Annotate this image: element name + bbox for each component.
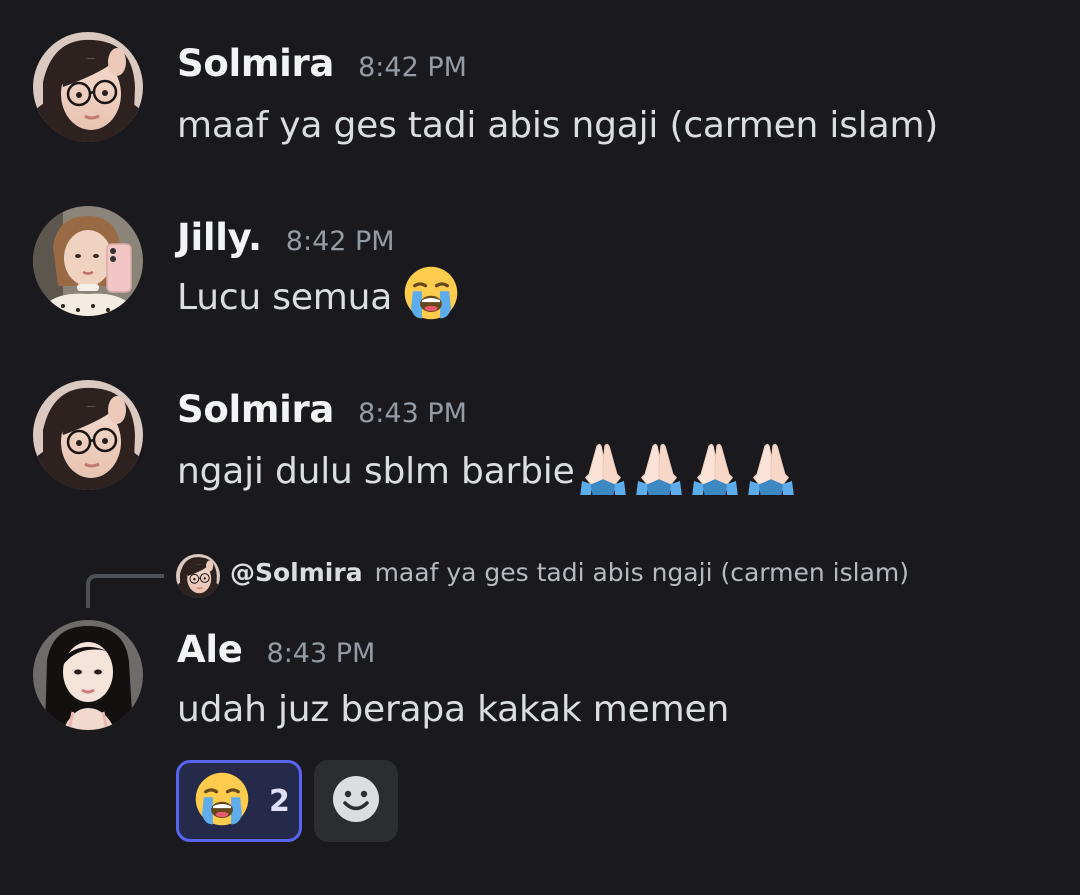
avatar-ale[interactable]	[33, 620, 143, 730]
username[interactable]: Solmira	[177, 42, 334, 85]
folded-hands-icon	[743, 439, 799, 504]
timestamp[interactable]: 8:43 PM	[267, 638, 376, 669]
reply-preview[interactable]: @Solmira maaf ya ges tadi abis ngaji (ca…	[230, 558, 909, 587]
username[interactable]: Solmira	[177, 388, 334, 431]
avatar-solmira[interactable]	[33, 380, 143, 490]
loudly-crying-face-icon	[193, 770, 251, 832]
reply-avatar[interactable]	[176, 554, 220, 598]
message-text: udah juz berapa kakak memen	[177, 688, 730, 730]
folded-hands-icon	[575, 439, 631, 504]
reply-connector	[86, 574, 164, 608]
reply-snippet[interactable]: maaf ya ges tadi abis ngaji (carmen isla…	[375, 558, 909, 587]
avatar-jilly[interactable]	[33, 206, 143, 316]
add-reaction-button[interactable]	[314, 760, 398, 842]
message-text: Lucu semua	[177, 276, 393, 318]
reaction-count: 2	[269, 783, 290, 819]
loudly-crying-face-icon	[402, 264, 460, 331]
folded-hands-icon	[687, 439, 743, 504]
timestamp[interactable]: 8:43 PM	[358, 398, 467, 429]
message-text: ngaji dulu sblm barbie	[177, 450, 575, 492]
username[interactable]: Ale	[177, 628, 243, 671]
smiley-face-icon	[331, 774, 381, 828]
timestamp[interactable]: 8:42 PM	[358, 52, 467, 83]
reply-username[interactable]: @Solmira	[230, 558, 363, 587]
username[interactable]: Jilly.	[177, 216, 262, 259]
folded-hands-icon	[631, 439, 687, 504]
avatar-solmira[interactable]	[33, 32, 143, 142]
message-text: maaf ya ges tadi abis ngaji (carmen isla…	[177, 104, 939, 146]
reaction-button[interactable]: 2	[176, 760, 302, 842]
timestamp[interactable]: 8:42 PM	[286, 226, 395, 257]
